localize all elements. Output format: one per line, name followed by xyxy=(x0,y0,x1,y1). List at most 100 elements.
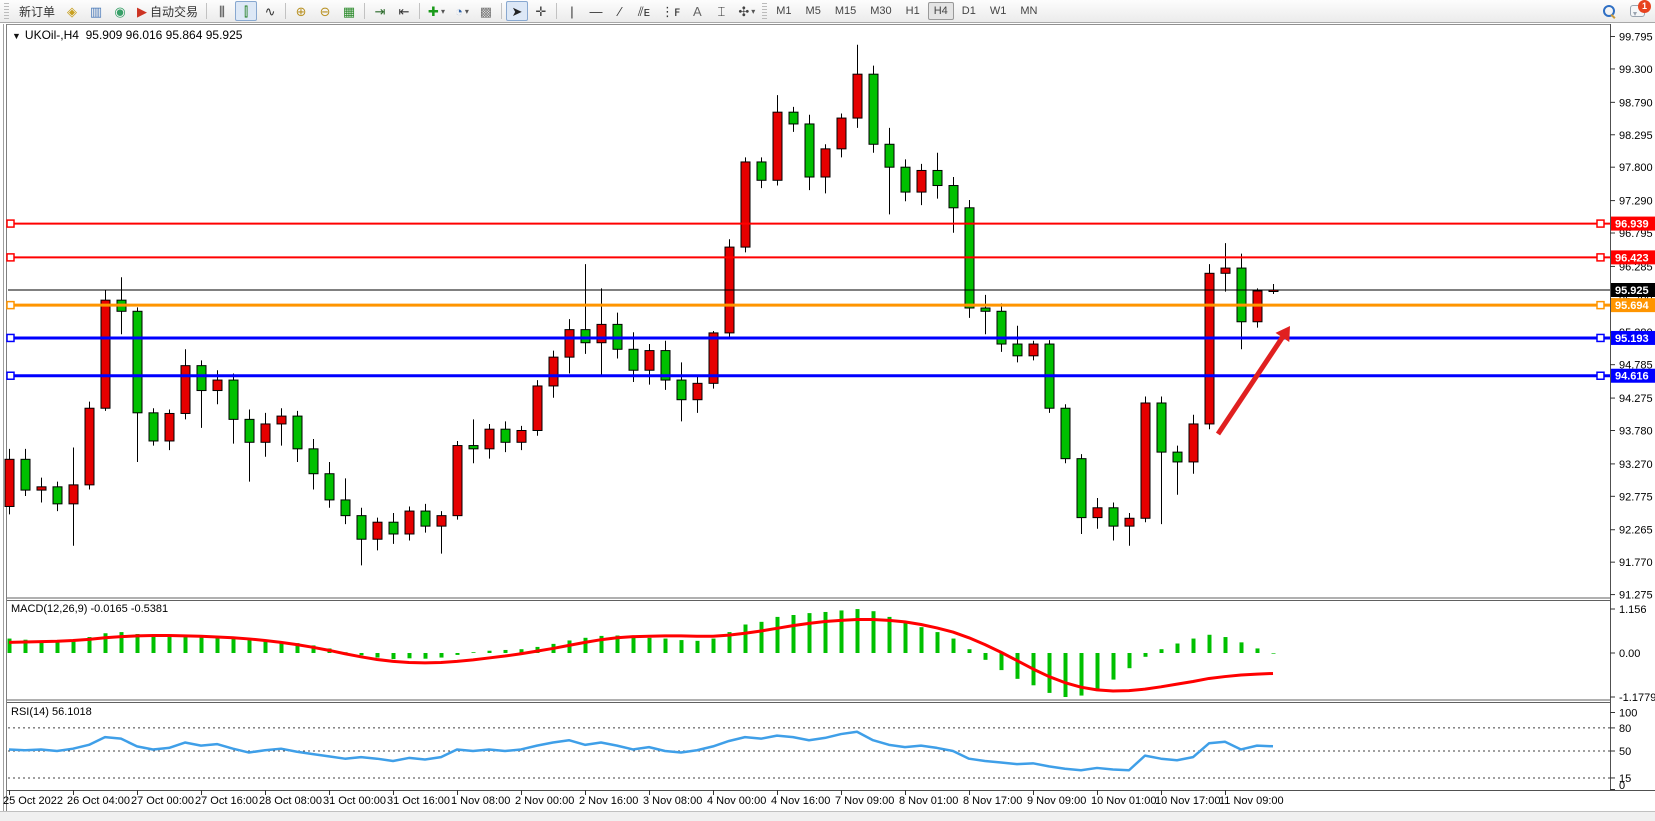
timeframe-button-m30[interactable]: M30 xyxy=(864,2,897,20)
periods-icon: ◔ xyxy=(455,5,463,18)
svg-text:93.780: 93.780 xyxy=(1619,425,1653,437)
svg-text:95.925: 95.925 xyxy=(1615,285,1649,297)
time-label: 26 Oct 04:00 xyxy=(67,795,130,807)
text-icon: A xyxy=(693,5,702,18)
zoom-in-icon: ⊕ xyxy=(296,5,307,18)
timeframe-button-h4[interactable]: H4 xyxy=(928,2,954,20)
svg-text:98.295: 98.295 xyxy=(1619,130,1653,142)
tile-windows-icon[interactable]: ▦ xyxy=(338,1,360,21)
time-label: 1 Nov 08:00 xyxy=(451,795,510,807)
svg-text:97.290: 97.290 xyxy=(1619,196,1653,208)
time-label: 8 Nov 01:00 xyxy=(899,795,958,807)
search-icon[interactable] xyxy=(1603,5,1616,18)
timeframe-button-m15[interactable]: M15 xyxy=(829,2,862,20)
templates-icon[interactable]: ▩ xyxy=(475,1,497,21)
toolbar-separator xyxy=(364,3,365,19)
arrows-icon: ✣ xyxy=(738,5,749,18)
market-watch-icon: ◈ xyxy=(67,5,77,18)
equidistant-channel-icon[interactable]: ⫽ᴇ xyxy=(633,1,655,21)
timeframe-button-h1[interactable]: H1 xyxy=(900,2,926,20)
fibonacci-icon[interactable]: ⋮ꜰ xyxy=(657,1,684,21)
time-label: 11 Nov 09:00 xyxy=(1219,795,1284,807)
time-label: 25 Oct 2022 xyxy=(3,795,63,807)
svg-text:-1.1779: -1.1779 xyxy=(1619,692,1655,704)
dropdown-caret-icon[interactable]: ▾ xyxy=(465,7,469,16)
market-watch-icon[interactable]: ◈ xyxy=(61,1,83,21)
toolbar-separator xyxy=(206,3,207,19)
toolbar-separator xyxy=(556,3,557,19)
chart-shift-icon[interactable]: ⇤ xyxy=(393,1,415,21)
timeframe-button-m1[interactable]: M1 xyxy=(770,2,797,20)
time-label: 3 Nov 08:00 xyxy=(643,795,702,807)
fibonacci-icon: ⋮ꜰ xyxy=(661,5,680,18)
navigator-icon[interactable]: ▥ xyxy=(85,1,107,21)
dropdown-caret-icon[interactable]: ▾ xyxy=(751,7,755,16)
candlestick-chart-icon[interactable]: ⫿ xyxy=(235,1,257,21)
chart-window: 99.79599.30098.79098.29597.80097.29096.7… xyxy=(0,24,1655,811)
auto-scroll-icon[interactable]: ⇥ xyxy=(369,1,391,21)
price-chart[interactable]: 99.79599.30098.79098.29597.80097.29096.7… xyxy=(0,24,1655,811)
periods-icon[interactable]: ◔▾ xyxy=(451,1,473,21)
terminal-window: 新订单◈▥◉▶自动交易⫼⫿∿⊕⊖▦⇥⇤✚▾◔▾▩➤✛|—∕⫽ᴇ⋮ꜰA⌶✣▾ M1… xyxy=(0,0,1655,821)
svg-text:80: 80 xyxy=(1619,723,1631,735)
svg-text:96.939: 96.939 xyxy=(1615,219,1649,231)
macd-indicator-label: MACD(12,26,9) -0.0165 -0.5381 xyxy=(11,603,168,615)
toolbar-grip[interactable] xyxy=(762,3,767,19)
rsi-indicator-label: RSI(14) 56.1018 xyxy=(11,706,92,718)
text-label-icon: ⌶ xyxy=(717,5,725,18)
add-indicator-icon[interactable]: ✚▾ xyxy=(424,1,449,21)
toolbar-separator xyxy=(419,3,420,19)
toolbar-right: 1 xyxy=(1603,5,1653,18)
time-label: 10 Nov 17:00 xyxy=(1155,795,1220,807)
chart-ohlc-values: 95.909 96.016 95.864 95.925 xyxy=(86,28,243,42)
svg-text:50: 50 xyxy=(1619,746,1631,758)
trendline-icon[interactable]: ∕ xyxy=(609,1,631,21)
horizontal-line-icon[interactable]: — xyxy=(585,1,607,21)
svg-text:92.265: 92.265 xyxy=(1619,525,1653,537)
crosshair-icon[interactable]: ✛ xyxy=(530,1,552,21)
autotrading-button[interactable]: ▶自动交易 xyxy=(133,1,202,21)
toolbar-separator xyxy=(285,3,286,19)
auto-scroll-icon: ⇥ xyxy=(375,5,386,18)
time-label: 31 Oct 00:00 xyxy=(323,795,386,807)
timeframe-button-mn[interactable]: MN xyxy=(1014,2,1043,20)
notifications-icon[interactable]: 1 xyxy=(1630,5,1645,17)
svg-text:97.800: 97.800 xyxy=(1619,162,1653,174)
new-order-button-label: 新订单 xyxy=(19,3,55,20)
chart-menu-triangle-icon[interactable]: ▼ xyxy=(12,31,21,41)
timeframe-button-d1[interactable]: D1 xyxy=(956,2,982,20)
dropdown-caret-icon[interactable]: ▾ xyxy=(441,7,445,16)
vertical-line-icon[interactable]: | xyxy=(561,1,583,21)
toolbar: 新订单◈▥◉▶自动交易⫼⫿∿⊕⊖▦⇥⇤✚▾◔▾▩➤✛|—∕⫽ᴇ⋮ꜰA⌶✣▾ M1… xyxy=(0,0,1655,23)
zoom-in-icon[interactable]: ⊕ xyxy=(290,1,312,21)
time-label: 27 Oct 16:00 xyxy=(195,795,258,807)
time-label: 2 Nov 00:00 xyxy=(515,795,574,807)
line-chart-icon[interactable]: ∿ xyxy=(259,1,281,21)
toolbar-grip[interactable] xyxy=(4,3,9,19)
timeframe-button-w1[interactable]: W1 xyxy=(984,2,1013,20)
zoom-out-icon[interactable]: ⊖ xyxy=(314,1,336,21)
cursor-icon[interactable]: ➤ xyxy=(506,1,528,21)
signals-icon[interactable]: ◉ xyxy=(109,1,131,21)
notification-badge: 1 xyxy=(1638,0,1651,13)
svg-text:100: 100 xyxy=(1619,708,1637,720)
svg-text:0.00: 0.00 xyxy=(1619,648,1640,660)
time-label: 27 Oct 00:00 xyxy=(131,795,194,807)
add-indicator-icon: ✚ xyxy=(428,5,439,18)
timeframe-button-m5[interactable]: M5 xyxy=(800,2,827,20)
bar-chart-icon[interactable]: ⫼ xyxy=(211,1,233,21)
autotrading-button-label: 自动交易 xyxy=(150,3,198,20)
arrows-icon[interactable]: ✣▾ xyxy=(734,1,759,21)
time-label: 9 Nov 09:00 xyxy=(1027,795,1086,807)
autotrading-button: ▶ xyxy=(137,5,147,18)
text-icon[interactable]: A xyxy=(686,1,708,21)
zoom-out-icon: ⊖ xyxy=(320,5,331,18)
vertical-line-icon: | xyxy=(570,5,573,18)
new-order-button[interactable]: 新订单 xyxy=(12,1,59,21)
trendline-icon: ∕ xyxy=(619,5,621,18)
trend-arrow[interactable] xyxy=(1218,334,1284,434)
time-label: 7 Nov 09:00 xyxy=(835,795,894,807)
text-label-icon[interactable]: ⌶ xyxy=(710,1,732,21)
svg-text:91.275: 91.275 xyxy=(1619,590,1653,602)
svg-text:99.795: 99.795 xyxy=(1619,32,1653,44)
